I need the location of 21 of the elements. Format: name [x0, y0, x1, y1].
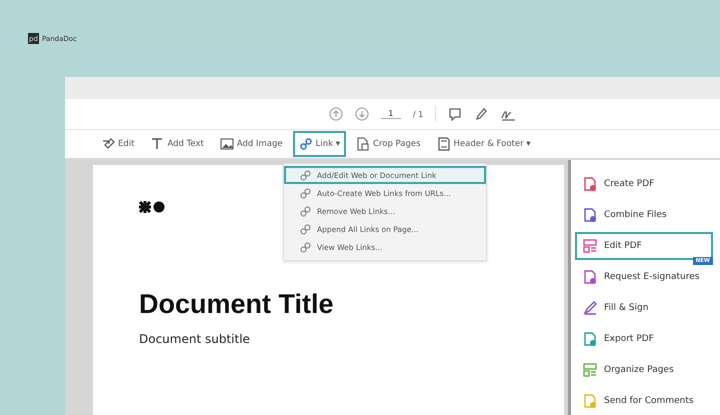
link-icon [300, 224, 311, 234]
next-page-icon[interactable] [354, 107, 369, 121]
pen-icon[interactable] [474, 107, 488, 121]
page-number-field[interactable]: 1 [380, 109, 401, 119]
logo-drawing [139, 201, 165, 213]
edit-icon [101, 137, 115, 151]
link-icon [300, 170, 311, 180]
link-button[interactable]: Link ▾ [292, 131, 346, 157]
link-icon [300, 242, 311, 252]
previous-page-icon[interactable] [328, 107, 343, 121]
page-total: / 1 [412, 110, 424, 118]
text-icon [150, 137, 164, 151]
pages-icon [356, 137, 370, 151]
link-icon [300, 206, 311, 216]
link-icon [300, 188, 311, 198]
image-icon [220, 137, 234, 151]
link-icon [298, 137, 313, 151]
document-icon [436, 137, 451, 151]
document-title: Document Title [139, 289, 335, 320]
document-subtitle: Document subtitle [139, 332, 251, 346]
comment-icon[interactable] [448, 107, 462, 121]
